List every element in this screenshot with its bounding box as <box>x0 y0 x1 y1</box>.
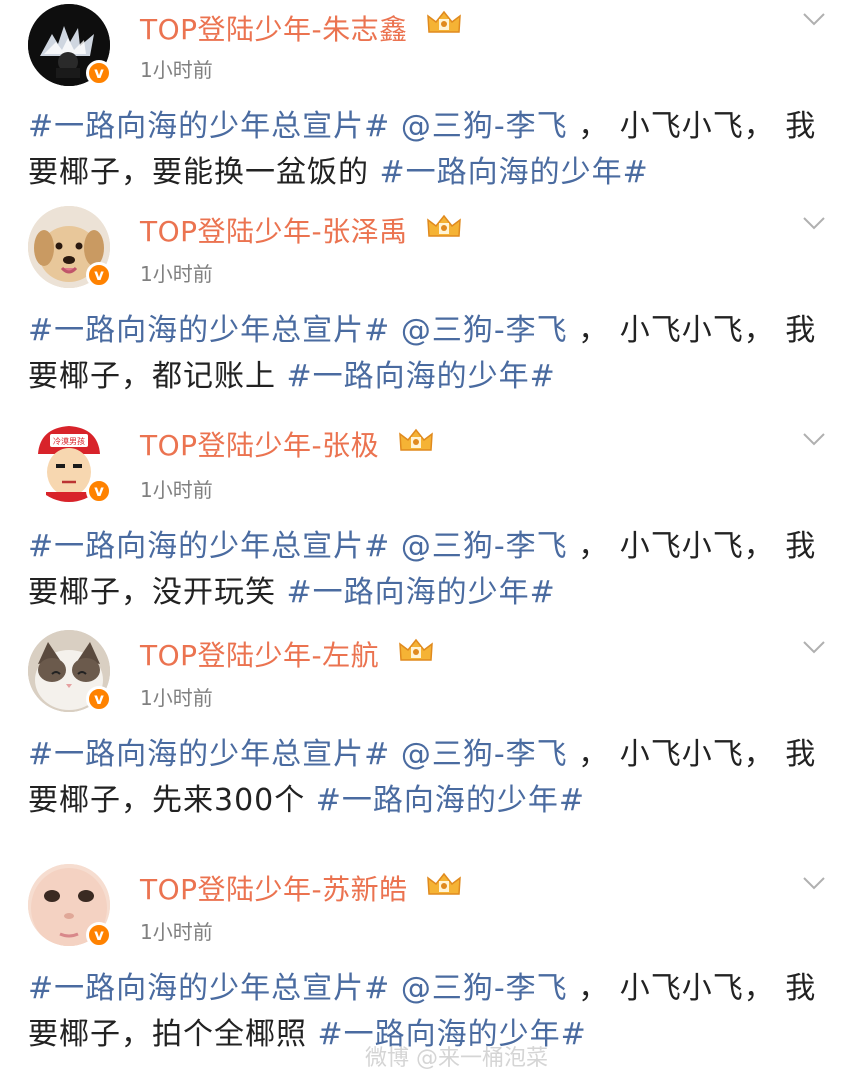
crown-icon <box>427 214 461 237</box>
topic-link[interactable]: #一路向海的少年总宣片# <box>28 971 390 1006</box>
verified-badge: v <box>86 262 112 288</box>
topic-link[interactable]: #一路向海的少年# <box>316 783 585 818</box>
verified-badge: v <box>86 478 112 504</box>
post-content: #一路向海的少年总宣片# @三狗-李飞 ， 小飞小飞， 我要椰子，都记账上 #一… <box>28 308 828 400</box>
crown-icon <box>427 10 461 33</box>
chevron-down-icon[interactable] <box>802 432 826 446</box>
post-time: 1小时前 <box>140 478 213 502</box>
crown-icon <box>399 638 433 661</box>
verified-badge: v <box>86 922 112 948</box>
crown-icon <box>399 428 433 451</box>
topic-link[interactable]: #一路向海的少年# <box>287 359 556 394</box>
post-content: #一路向海的少年总宣片# @三狗-李飞 ， 小飞小飞， 我要椰子，先来300个 … <box>28 732 828 824</box>
username[interactable]: TOP登陆少年-左航 <box>140 634 379 674</box>
crown-icon <box>427 872 461 895</box>
username[interactable]: TOP登陆少年-张泽禹 <box>140 210 408 250</box>
mention-link[interactable]: @三狗-李飞 <box>390 737 567 772</box>
topic-link[interactable]: #一路向海的少年总宣片# <box>28 529 390 564</box>
mention-link[interactable]: @三狗-李飞 <box>390 529 567 564</box>
post-content: #一路向海的少年总宣片# @三狗-李飞 ， 小飞小飞， 我要椰子，要能换一盆饭的… <box>28 104 828 196</box>
chevron-down-icon[interactable] <box>802 876 826 890</box>
topic-link[interactable]: #一路向海的少年总宣片# <box>28 109 390 144</box>
topic-link[interactable]: #一路向海的少年总宣片# <box>28 737 390 772</box>
topic-link[interactable]: #一路向海的少年总宣片# <box>28 313 390 348</box>
mention-link[interactable]: @三狗-李飞 <box>390 109 567 144</box>
cap-text: 冷漠男孩 <box>53 436 85 446</box>
watermark: 微博 @来一桶泡菜 <box>365 1046 548 1071</box>
chevron-down-icon[interactable] <box>802 12 826 26</box>
post-content: #一路向海的少年总宣片# @三狗-李飞 ， 小飞小飞， 我要椰子，没开玩笑 #一… <box>28 524 828 616</box>
topic-link[interactable]: #一路向海的少年# <box>380 155 649 190</box>
verified-badge: v <box>86 60 112 86</box>
chevron-down-icon[interactable] <box>802 640 826 654</box>
post-time: 1小时前 <box>140 262 213 286</box>
username[interactable]: TOP登陆少年-苏新皓 <box>140 868 408 908</box>
post-time: 1小时前 <box>140 686 213 710</box>
mention-link[interactable]: @三狗-李飞 <box>390 971 567 1006</box>
topic-link[interactable]: #一路向海的少年# <box>287 575 556 610</box>
post-time: 1小时前 <box>140 920 213 944</box>
post-time: 1小时前 <box>140 58 213 82</box>
chevron-down-icon[interactable] <box>802 216 826 230</box>
verified-badge: v <box>86 686 112 712</box>
mention-link[interactable]: @三狗-李飞 <box>390 313 567 348</box>
username[interactable]: TOP登陆少年-朱志鑫 <box>140 8 408 48</box>
username[interactable]: TOP登陆少年-张极 <box>140 424 379 464</box>
